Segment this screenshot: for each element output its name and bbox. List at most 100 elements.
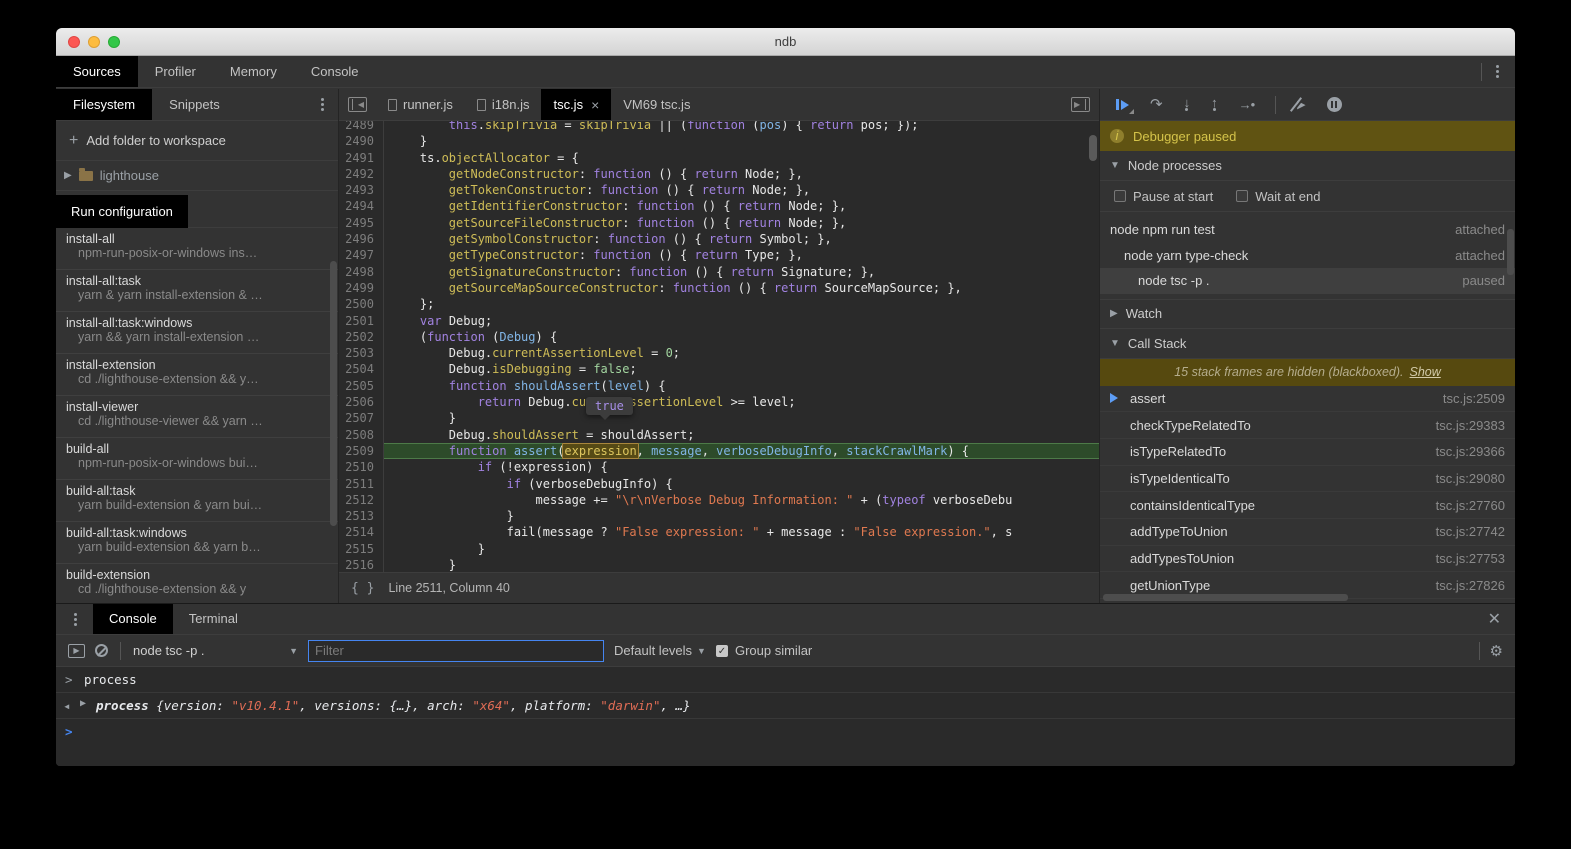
run-config-item[interactable]: install-all:taskyarn & yarn install-exte…	[56, 270, 338, 312]
node-process-row[interactable]: node tsc -p .paused	[1100, 268, 1515, 294]
file-tab-tsc-js[interactable]: tsc.js×	[541, 89, 611, 120]
call-stack-frame[interactable]: isTypeRelatedTotsc.js:29366	[1100, 439, 1515, 466]
code-line[interactable]: 2501 var Debug;	[339, 313, 1099, 329]
code-line[interactable]: 2490 }	[339, 133, 1099, 149]
code-line[interactable]: 2511 if (verboseDebugInfo) {	[339, 476, 1099, 492]
console-filter-input[interactable]	[308, 640, 604, 662]
tab-profiler[interactable]: Profiler	[138, 56, 213, 87]
show-blackboxed-link[interactable]: Show	[1410, 365, 1441, 379]
tab-memory[interactable]: Memory	[213, 56, 294, 87]
add-folder-button[interactable]: + Add folder to workspace	[56, 121, 338, 161]
step-out-icon[interactable]: ↑	[1211, 99, 1218, 111]
chevron-right-icon[interactable]: ▶	[64, 170, 72, 181]
run-config-item[interactable]: build-extensioncd ./lighthouse-extension…	[56, 564, 338, 603]
pretty-print-icon[interactable]: { }	[351, 581, 374, 596]
step-icon[interactable]: →•	[1239, 97, 1255, 112]
tab-console[interactable]: Console	[93, 604, 173, 634]
code-line[interactable]: 2496 getSymbolConstructor: function () {…	[339, 231, 1099, 247]
workspace-folder-lighthouse[interactable]: ▶ lighthouse	[56, 161, 338, 191]
code-line[interactable]: 2502 (function (Debug) {	[339, 329, 1099, 345]
run-config-item[interactable]: install-extensioncd ./lighthouse-extensi…	[56, 354, 338, 396]
code-line[interactable]: 2499 getSourceMapSourceConstructor: func…	[339, 280, 1099, 296]
code-line[interactable]: 2489 this.skipTrivia = skipTrivia || (fu…	[339, 121, 1099, 133]
execution-context-select[interactable]: node tsc -p . ▼	[133, 643, 298, 658]
code-line[interactable]: 2514 fail(message ? "False expression: "…	[339, 524, 1099, 540]
wait-at-end-checkbox[interactable]	[1236, 190, 1248, 202]
close-drawer-icon[interactable]: ✕	[1488, 609, 1501, 629]
show-debugger-icon[interactable]: ▶	[1071, 97, 1090, 112]
call-stack-frame[interactable]: addTypeToUniontsc.js:27742	[1100, 519, 1515, 546]
step-into-icon[interactable]: ↓	[1184, 99, 1191, 111]
code-line[interactable]: 2491 ts.objectAllocator = {	[339, 150, 1099, 166]
console-command[interactable]: >process	[56, 667, 1515, 693]
code-line[interactable]: 2516 }	[339, 557, 1099, 572]
close-tab-icon[interactable]: ×	[591, 97, 599, 113]
code-line[interactable]: 2504 Debug.isDebugging = false;	[339, 361, 1099, 377]
run-config-item[interactable]: build-all:task:windowsyarn build-extensi…	[56, 522, 338, 564]
code-line[interactable]: 2500 };	[339, 296, 1099, 312]
debugger-panel-scrollbar[interactable]	[1507, 229, 1514, 275]
node-process-row[interactable]: node npm run testattached	[1100, 217, 1515, 243]
clear-console-icon[interactable]	[95, 644, 108, 657]
code-line[interactable]: 2508 Debug.shouldAssert = shouldAssert;	[339, 427, 1099, 443]
console-result[interactable]: ◂▶process {version: "v10.4.1", versions:…	[56, 693, 1515, 719]
code-line[interactable]: 2513 }	[339, 508, 1099, 524]
file-tab-i18n-js[interactable]: i18n.js	[465, 89, 542, 120]
run-config-item[interactable]: install-allnpm-run-posix-or-windows ins…	[56, 228, 338, 270]
drawer-more-icon[interactable]	[70, 609, 81, 630]
log-levels-select[interactable]: Default levels ▼	[614, 643, 706, 658]
debugger-panel-hscrollbar[interactable]	[1103, 594, 1348, 601]
code-line[interactable]: 2515 }	[339, 541, 1099, 557]
node-process-row[interactable]: node yarn type-checkattached	[1100, 243, 1515, 269]
tab-terminal[interactable]: Terminal	[173, 604, 254, 634]
node-processes-section[interactable]: ▼ Node processes	[1100, 151, 1515, 181]
hide-navigator-icon[interactable]: ◀	[348, 97, 367, 112]
call-stack-section[interactable]: ▼ Call Stack	[1100, 329, 1515, 359]
call-stack-frame[interactable]: addTypesToUniontsc.js:27753	[1100, 546, 1515, 573]
tab-snippets[interactable]: Snippets	[152, 89, 237, 120]
expand-icon[interactable]: ▶	[80, 698, 86, 709]
code-line[interactable]: 2503 Debug.currentAssertionLevel = 0;	[339, 345, 1099, 361]
code-line[interactable]: 2507 }	[339, 410, 1099, 426]
code-line[interactable]: 2498 getSignatureConstructor: function (…	[339, 264, 1099, 280]
tab-filesystem[interactable]: Filesystem	[56, 89, 152, 120]
tab-console[interactable]: Console	[294, 56, 376, 87]
deactivate-breakpoints-icon[interactable]: ▶	[1297, 98, 1305, 111]
code-line[interactable]: 2505 function shouldAssert(level) {	[339, 378, 1099, 394]
console-sidebar-icon[interactable]: ▶	[68, 644, 85, 658]
sidebar-more-icon[interactable]	[317, 94, 328, 115]
pause-on-exceptions-icon[interactable]	[1327, 97, 1342, 112]
group-similar-checkbox[interactable]: ✓	[716, 645, 728, 657]
code-line[interactable]: 2510 if (!expression) {	[339, 459, 1099, 475]
more-options-icon[interactable]	[1492, 61, 1503, 82]
watch-section[interactable]: ▶ Watch	[1100, 299, 1515, 329]
code-line[interactable]: 2495 getSourceFileConstructor: function …	[339, 215, 1099, 231]
pause-at-start-checkbox[interactable]	[1114, 190, 1126, 202]
code-line[interactable]: 2492 getNodeConstructor: function () { r…	[339, 166, 1099, 182]
call-stack-frame[interactable]: isTypeIdenticalTotsc.js:29080	[1100, 466, 1515, 493]
step-over-icon[interactable]: ↷	[1150, 100, 1163, 110]
tab-run-configuration[interactable]: Run configuration	[56, 195, 188, 228]
console-settings-icon[interactable]: ⚙	[1490, 642, 1503, 660]
execution-line[interactable]: 2509 function assert(expression, message…	[339, 443, 1099, 459]
code-line[interactable]: 2506 return Debug.currentAssertionLevel …	[339, 394, 1099, 410]
tab-sources[interactable]: Sources	[56, 56, 138, 87]
code-line[interactable]: 2493 getTokenConstructor: function () { …	[339, 182, 1099, 198]
editor-scrollbar[interactable]	[1089, 135, 1097, 161]
call-stack-frame[interactable]: asserttsc.js:2509	[1100, 386, 1515, 413]
code-line[interactable]: 2497 getTypeConstructor: function () { r…	[339, 247, 1099, 263]
resume-icon[interactable]	[1116, 99, 1129, 110]
file-tab-runner-js[interactable]: runner.js	[376, 89, 465, 120]
titlebar[interactable]: ndb	[56, 28, 1515, 56]
file-tab-vm69-tsc-js[interactable]: VM69 tsc.js	[611, 89, 702, 120]
code-line[interactable]: 2494 getIdentifierConstructor: function …	[339, 198, 1099, 214]
run-config-item[interactable]: build-all:taskyarn build-extension & yar…	[56, 480, 338, 522]
run-config-item[interactable]: install-viewercd ./lighthouse-viewer && …	[56, 396, 338, 438]
run-config-item[interactable]: build-allnpm-run-posix-or-windows bui…	[56, 438, 338, 480]
console-prompt[interactable]: >	[56, 719, 1515, 731]
code-editor[interactable]: 2489 this.skipTrivia = skipTrivia || (fu…	[339, 121, 1099, 572]
code-line[interactable]: 2512 message += "\r\nVerbose Debug Infor…	[339, 492, 1099, 508]
call-stack-frame[interactable]: checkTypeRelatedTotsc.js:29383	[1100, 412, 1515, 439]
call-stack-frame[interactable]: containsIdenticalTypetsc.js:27760	[1100, 492, 1515, 519]
console-output[interactable]: >process◂▶process {version: "v10.4.1", v…	[56, 667, 1515, 766]
